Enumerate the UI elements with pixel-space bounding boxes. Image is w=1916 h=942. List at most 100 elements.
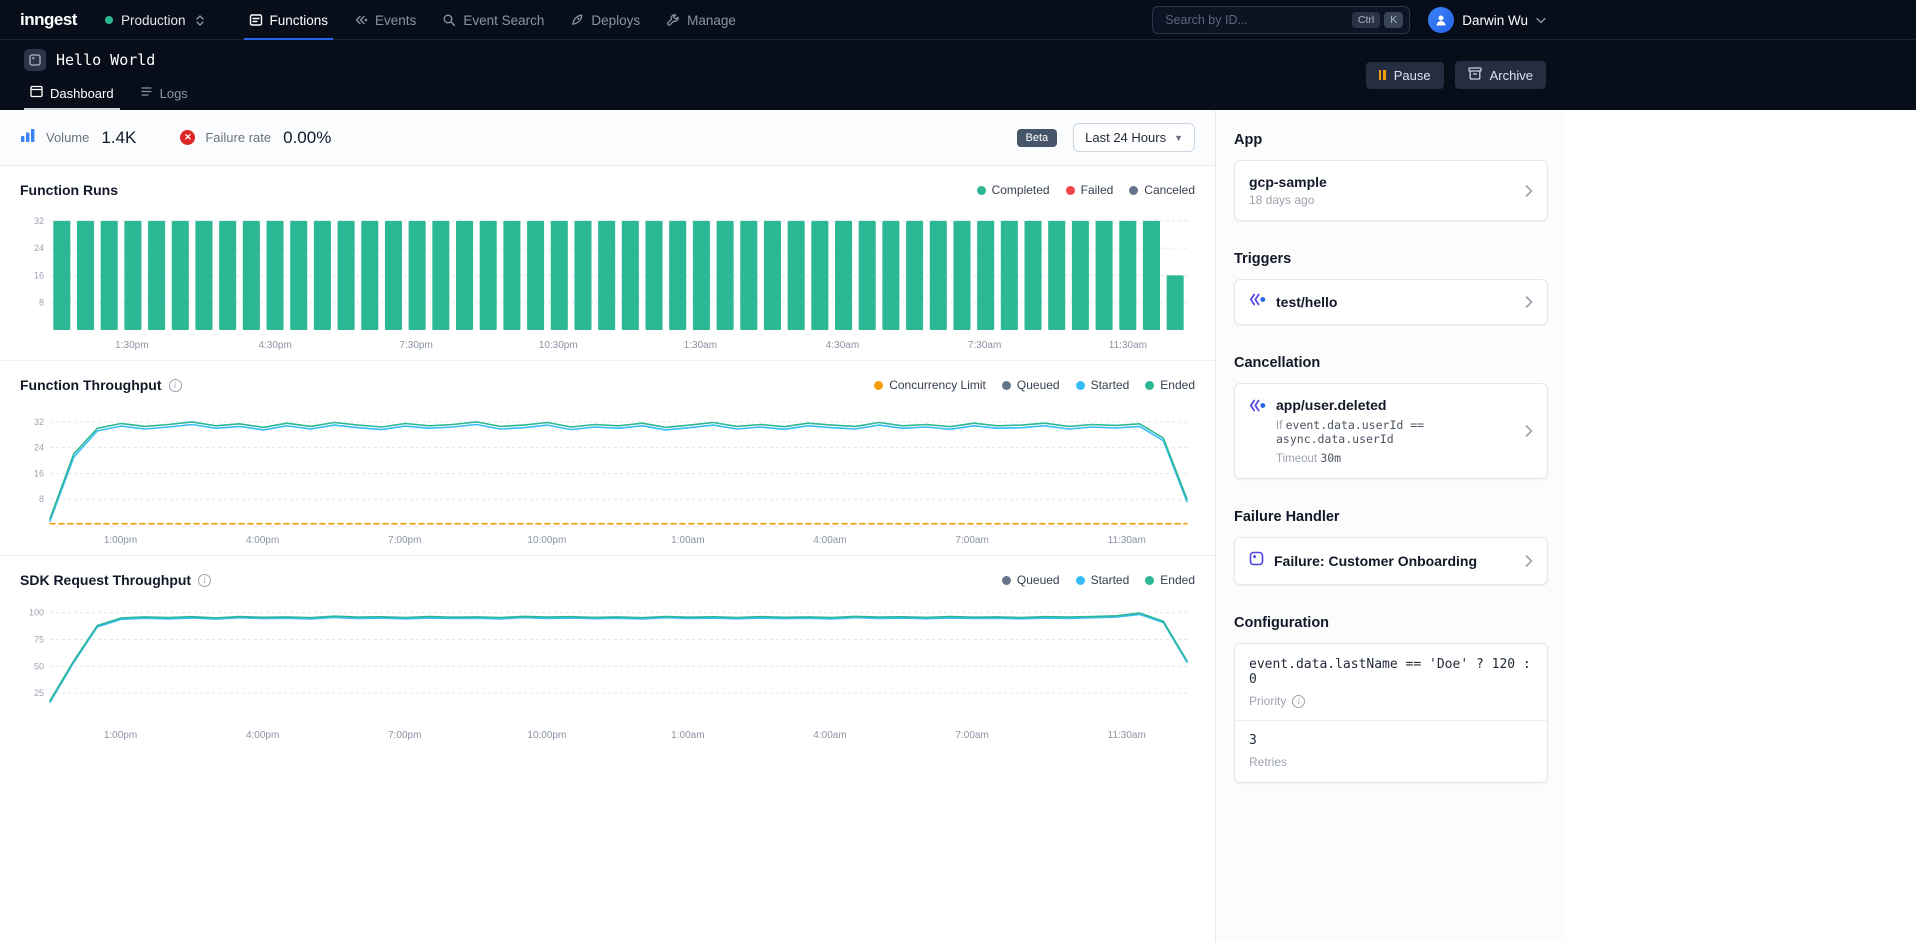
svg-text:10:00pm: 10:00pm <box>527 730 566 741</box>
triggers-section: Triggers test/hello <box>1234 251 1548 325</box>
app-meta: 18 days ago <box>1249 193 1327 207</box>
app-name: gcp-sample <box>1249 174 1327 190</box>
timeout-value: 30m <box>1320 451 1341 465</box>
function-throughput-section: Function Throughput i Concurrency LimitQ… <box>0 360 1215 555</box>
legend-dot <box>977 186 986 195</box>
volume-bars-icon <box>20 128 36 148</box>
cancellation-timeout-row: Timeout 30m <box>1276 451 1515 465</box>
pause-button[interactable]: Pause <box>1366 62 1444 89</box>
info-icon: i <box>1292 695 1305 708</box>
dashboard-icon <box>30 85 43 101</box>
sdk-throughput-legend: QueuedStartedEnded <box>1002 573 1195 587</box>
svg-text:4:00pm: 4:00pm <box>246 730 279 741</box>
archive-button[interactable]: Archive <box>1455 61 1546 89</box>
environment-selector[interactable]: Production <box>105 13 206 28</box>
svg-text:1:00am: 1:00am <box>671 730 704 741</box>
retries-label: Retries <box>1249 755 1533 769</box>
svg-text:7:30am: 7:30am <box>968 340 1001 351</box>
function-tabs: Dashboard Logs <box>20 77 1366 110</box>
functions-icon <box>249 13 263 27</box>
app-heading: App <box>1234 132 1548 148</box>
svg-text:25: 25 <box>34 688 44 698</box>
svg-text:100: 100 <box>29 608 44 618</box>
dashboard-content: Volume 1.4K ✕ Failure rate 0.00% Beta La… <box>0 110 1215 942</box>
svg-text:4:30pm: 4:30pm <box>258 340 291 351</box>
time-range-dropdown[interactable]: Last 24 Hours ▼ <box>1073 123 1195 152</box>
legend-dot <box>1076 381 1085 390</box>
app-viewport: inngest Production Functions <box>0 0 1916 942</box>
global-search[interactable]: Ctrl K <box>1152 6 1410 34</box>
svg-text:4:00am: 4:00am <box>813 535 846 546</box>
chart-title: SDK Request Throughput <box>20 572 191 588</box>
tab-label: Dashboard <box>50 86 114 101</box>
cancellation-event-name: app/user.deleted <box>1276 397 1515 413</box>
details-sidebar: App gcp-sample 18 days ago Triggers <box>1215 110 1566 942</box>
wrench-icon <box>666 13 680 27</box>
svg-text:8: 8 <box>39 494 44 504</box>
cancellation-section: Cancellation app/user.deleted If event.d… <box>1234 355 1548 479</box>
legend-completed: Completed <box>977 183 1050 197</box>
legend-dot <box>1066 186 1075 195</box>
sdk-request-throughput-section: SDK Request Throughput i QueuedStartedEn… <box>0 555 1215 750</box>
svg-text:11:30am: 11:30am <box>1108 535 1146 546</box>
nav-tab-label: Event Search <box>463 13 544 28</box>
nav-tab-event-search[interactable]: Event Search <box>429 0 557 40</box>
legend-dot <box>874 381 883 390</box>
failure-handler-card[interactable]: Failure: Customer Onboarding <box>1234 537 1548 585</box>
event-trigger-icon <box>1249 293 1266 311</box>
failure-x-icon: ✕ <box>180 130 195 145</box>
user-menu[interactable]: Darwin Wu <box>1428 7 1546 33</box>
app-card[interactable]: gcp-sample 18 days ago <box>1234 160 1548 221</box>
updown-chevron-icon <box>194 14 206 27</box>
svg-text:7:00pm: 7:00pm <box>388 730 421 741</box>
trigger-card[interactable]: test/hello <box>1234 279 1548 325</box>
cancellation-heading: Cancellation <box>1234 355 1548 371</box>
timeout-label: Timeout <box>1276 453 1317 465</box>
svg-text:1:30am: 1:30am <box>684 340 717 351</box>
svg-text:7:30pm: 7:30pm <box>399 340 432 351</box>
function-icon <box>24 49 46 71</box>
legend-queued: Queued <box>1002 573 1060 587</box>
nav-tab-events[interactable]: Events <box>341 0 429 40</box>
tab-logs[interactable]: Logs <box>130 77 198 110</box>
svg-text:7:00am: 7:00am <box>955 730 988 741</box>
pause-label: Pause <box>1394 68 1431 83</box>
nav-tab-label: Functions <box>270 13 329 28</box>
environment-label: Production <box>121 13 186 28</box>
chart-title: Function Throughput <box>20 377 162 393</box>
function-runs-section: Function Runs CompletedFailedCanceled 32… <box>0 166 1215 360</box>
svg-text:4:00pm: 4:00pm <box>246 535 279 546</box>
svg-text:8: 8 <box>39 298 44 308</box>
info-icon: i <box>198 574 211 587</box>
failure-handler-section: Failure Handler Failure: Customer Onboar… <box>1234 509 1548 585</box>
svg-text:4:00am: 4:00am <box>813 730 846 741</box>
nav-tab-deploys[interactable]: Deploys <box>557 0 653 40</box>
config-divider <box>1235 720 1547 721</box>
legend-failed: Failed <box>1066 183 1114 197</box>
kbd-ctrl: Ctrl <box>1352 12 1380 29</box>
trigger-name: test/hello <box>1276 294 1337 310</box>
legend-dot <box>1002 576 1011 585</box>
failure-rate-label: Failure rate <box>205 130 271 145</box>
priority-label: Priority <box>1249 694 1286 708</box>
top-navigation: inngest Production Functions <box>0 0 1916 40</box>
tab-dashboard[interactable]: Dashboard <box>20 77 124 110</box>
environment-status-dot <box>105 16 113 24</box>
nav-tab-manage[interactable]: Manage <box>653 0 749 40</box>
failure-handler-heading: Failure Handler <box>1234 509 1548 525</box>
function-throughput-chart: 32241681:00pm4:00pm7:00pm10:00pm1:00am4:… <box>20 401 1195 551</box>
cancellation-card[interactable]: app/user.deleted If event.data.userId ==… <box>1234 383 1548 479</box>
search-input[interactable] <box>1163 12 1348 28</box>
failure-rate-stat: ✕ Failure rate 0.00% <box>180 128 331 148</box>
info-icon: i <box>169 379 182 392</box>
nav-tab-label: Manage <box>687 13 736 28</box>
nav-tab-functions[interactable]: Functions <box>236 0 342 40</box>
rocket-icon <box>570 13 584 27</box>
page-title: Hello World <box>56 51 155 69</box>
volume-label: Volume <box>46 130 89 145</box>
app-section: App gcp-sample 18 days ago <box>1234 132 1548 221</box>
svg-text:1:00pm: 1:00pm <box>104 535 137 546</box>
svg-text:7:00am: 7:00am <box>955 535 988 546</box>
svg-text:1:30pm: 1:30pm <box>115 340 148 351</box>
svg-text:24: 24 <box>34 243 44 253</box>
